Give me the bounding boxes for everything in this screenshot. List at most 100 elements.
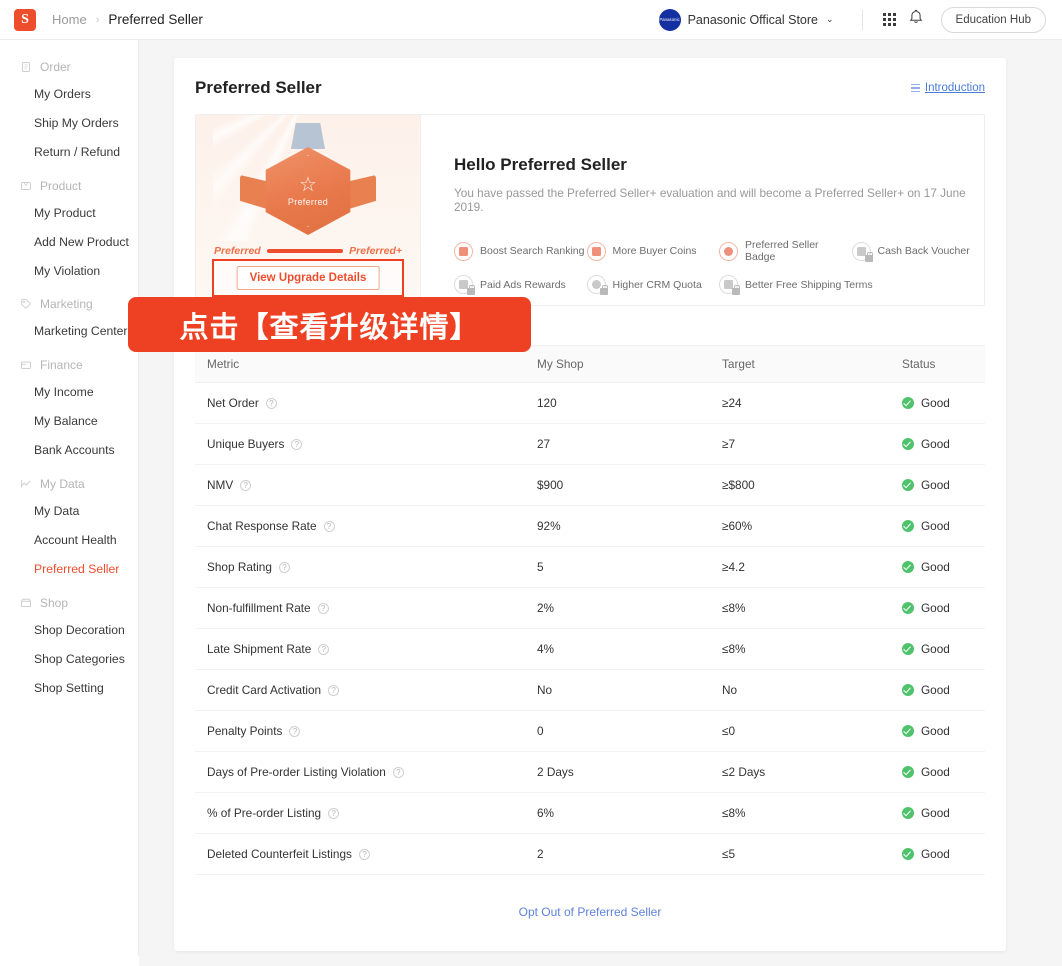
breadcrumb-home[interactable]: Home bbox=[52, 12, 87, 27]
introduction-link[interactable]: Introduction bbox=[910, 82, 985, 94]
sidebar-item-preferred-seller[interactable]: Preferred Seller bbox=[0, 555, 138, 584]
cell-metric: Credit Card Activation? bbox=[195, 669, 525, 711]
help-icon[interactable]: ? bbox=[317, 602, 329, 614]
perk-label: More Buyer Coins bbox=[612, 245, 697, 257]
education-hub-button[interactable]: Education Hub bbox=[940, 6, 1046, 33]
sidebar-item-shop-decoration[interactable]: Shop Decoration bbox=[0, 616, 138, 645]
sidebar-item-my-product[interactable]: My Product bbox=[0, 199, 138, 228]
help-icon[interactable]: ? bbox=[291, 438, 303, 450]
cell-metric: Late Shipment Rate? bbox=[195, 628, 525, 670]
progress-bar bbox=[266, 249, 344, 253]
table-row: Non-fulfillment Rate? 2% ≤8% Good bbox=[195, 587, 985, 629]
cell-metric: % of Pre-order Listing? bbox=[195, 792, 525, 834]
shop-switcher[interactable]: Panasonic Panasonic Offical Store ⌄ bbox=[658, 8, 848, 31]
status-badge: Good bbox=[921, 765, 950, 779]
cell-target: ≤8% bbox=[710, 792, 890, 834]
status-badge: Good bbox=[921, 519, 950, 533]
ads-icon bbox=[454, 275, 475, 295]
help-icon[interactable]: ? bbox=[323, 520, 335, 532]
apps-grid-button[interactable] bbox=[877, 7, 903, 33]
avatar: Panasonic bbox=[658, 8, 681, 31]
status-ok-icon bbox=[902, 807, 914, 819]
metrics-table: Metric My Shop Target Status Net Order? … bbox=[195, 345, 985, 875]
cell-metric: Non-fulfillment Rate? bbox=[195, 587, 525, 629]
help-icon[interactable]: ? bbox=[289, 725, 301, 737]
cell-metric: Deleted Counterfeit Listings? bbox=[195, 833, 525, 875]
annotation-text: 点击【查看升级详情】 bbox=[179, 309, 480, 344]
sidebar-item-ship-my-orders[interactable]: Ship My Orders bbox=[0, 109, 138, 138]
cell-status: Good bbox=[890, 587, 985, 629]
sidebar-item-shop-categories[interactable]: Shop Categories bbox=[0, 645, 138, 674]
status-badge: Good bbox=[921, 724, 950, 738]
sidebar-item-return-refund[interactable]: Return / Refund bbox=[0, 138, 138, 167]
cell-target: ≥24 bbox=[710, 382, 890, 424]
opt-out-link[interactable]: Opt Out of Preferred Seller bbox=[519, 905, 662, 919]
hero-info-panel: Hello Preferred Seller You have passed t… bbox=[421, 115, 984, 305]
metric-label: Deleted Counterfeit Listings bbox=[207, 847, 352, 861]
chevron-down-icon: ⌄ bbox=[826, 14, 834, 24]
sidebar-group-header[interactable]: Marketing bbox=[0, 291, 138, 317]
help-icon[interactable]: ? bbox=[318, 643, 330, 655]
cell-target: ≥4.2 bbox=[710, 546, 890, 588]
sidebar-item-shop-setting[interactable]: Shop Setting bbox=[0, 674, 138, 703]
sidebar-group-label: My Data bbox=[40, 477, 85, 492]
status-ok-icon bbox=[902, 602, 914, 614]
card-header: Preferred Seller Introduction bbox=[195, 78, 985, 98]
upgrade-details-highlight: View Upgrade Details bbox=[212, 259, 404, 297]
cell-metric: Unique Buyers? bbox=[195, 423, 525, 465]
shop-name-label: Panasonic Offical Store bbox=[687, 12, 818, 27]
top-bar: S Home › Preferred Seller Panasonic Pana… bbox=[0, 0, 1062, 40]
cell-metric: Penalty Points? bbox=[195, 710, 525, 752]
column-header-status: Status bbox=[890, 345, 985, 383]
sidebar-group-header[interactable]: Shop bbox=[0, 590, 138, 616]
sidebar-item-my-data[interactable]: My Data bbox=[0, 497, 138, 526]
sidebar-group-header[interactable]: Product bbox=[0, 173, 138, 199]
sidebar-group-header[interactable]: Order bbox=[0, 54, 138, 80]
shipping-icon bbox=[719, 275, 740, 295]
introduction-label: Introduction bbox=[924, 82, 985, 94]
help-icon[interactable]: ? bbox=[328, 807, 340, 819]
cell-target: ≥7 bbox=[710, 423, 890, 465]
cell-status: Good bbox=[890, 546, 985, 588]
status-badge: Good bbox=[921, 601, 950, 615]
help-icon[interactable]: ? bbox=[240, 479, 252, 491]
column-header-my-shop: My Shop bbox=[525, 345, 710, 383]
sidebar-group-header[interactable]: My Data bbox=[0, 471, 138, 497]
cell-target: ≤5 bbox=[710, 833, 890, 875]
sidebar-item-my-income[interactable]: My Income bbox=[0, 378, 138, 407]
perk-label: Better Free Shipping Terms bbox=[745, 278, 873, 291]
help-icon[interactable]: ? bbox=[328, 684, 340, 696]
cell-target: ≥$800 bbox=[710, 464, 890, 506]
help-icon[interactable]: ? bbox=[358, 848, 370, 860]
wallet-icon bbox=[20, 359, 32, 371]
search-rank-icon bbox=[454, 241, 473, 261]
sidebar-item-my-violation[interactable]: My Violation bbox=[0, 257, 138, 286]
sidebar-item-my-orders[interactable]: My Orders bbox=[0, 80, 138, 109]
notifications-button[interactable] bbox=[903, 7, 929, 33]
help-icon[interactable]: ? bbox=[392, 766, 404, 778]
table-row: Days of Pre-order Listing Violation? 2 D… bbox=[195, 751, 985, 793]
help-icon[interactable]: ? bbox=[278, 561, 290, 573]
cell-metric: Chat Response Rate? bbox=[195, 505, 525, 547]
status-badge: Good bbox=[921, 642, 950, 656]
table-row: % of Pre-order Listing? 6% ≤8% Good bbox=[195, 792, 985, 834]
metric-label: Late Shipment Rate bbox=[207, 642, 312, 656]
sidebar-item-add-new-product[interactable]: Add New Product bbox=[0, 228, 138, 257]
shopee-logo-icon[interactable]: S bbox=[14, 8, 36, 31]
status-ok-icon bbox=[902, 479, 914, 491]
sidebar-item-account-health[interactable]: Account Health bbox=[0, 526, 138, 555]
cell-target: ≤2 Days bbox=[710, 751, 890, 793]
cell-my-shop: 5 bbox=[525, 546, 710, 588]
cell-my-shop: $900 bbox=[525, 464, 710, 506]
help-icon[interactable]: ? bbox=[265, 397, 277, 409]
divider bbox=[861, 9, 863, 30]
status-ok-icon bbox=[902, 684, 914, 696]
table-row: Late Shipment Rate? 4% ≤8% Good bbox=[195, 628, 985, 670]
sidebar-group-header[interactable]: Finance bbox=[0, 352, 138, 378]
sidebar-group-marketing: Marketing Marketing Center bbox=[0, 291, 138, 346]
sidebar-item-marketing-center[interactable]: Marketing Center bbox=[0, 317, 138, 346]
sidebar-group-shop: Shop Shop Decoration Shop Categories Sho… bbox=[0, 590, 138, 703]
view-upgrade-details-button[interactable]: View Upgrade Details bbox=[236, 266, 380, 290]
sidebar-item-my-balance[interactable]: My Balance bbox=[0, 407, 138, 436]
sidebar-item-bank-accounts[interactable]: Bank Accounts bbox=[0, 436, 138, 465]
